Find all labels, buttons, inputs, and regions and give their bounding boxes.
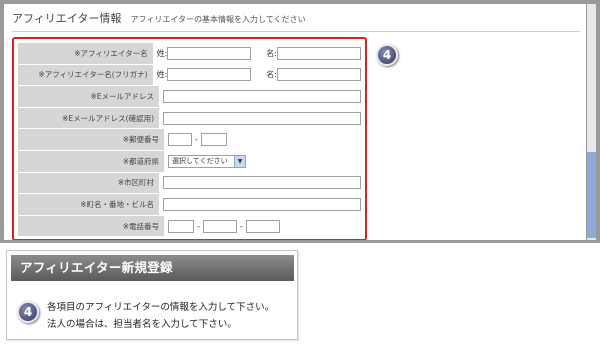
row-label: ※都道府県 <box>18 150 164 172</box>
registration-form-table: ※アフィリエイター名 姓: 名: ※アフィリエイター名(フリガナ) 姓: 名: <box>18 43 361 238</box>
row-label: ※電話番号 <box>18 215 164 237</box>
number-badge-icon: 4 <box>17 301 39 323</box>
phone-separator: - <box>239 221 243 231</box>
phone-second-input[interactable] <box>202 219 237 233</box>
row-field: - - <box>164 216 361 237</box>
last-name-input[interactable] <box>167 46 252 60</box>
row-field <box>159 194 361 215</box>
phone-separator: - <box>197 221 200 231</box>
email-confirm-input[interactable] <box>163 111 361 125</box>
form-page: アフィリエイター情報 アフィリエイターの基本情報を入力してください ※アフィリエ… <box>4 4 586 240</box>
email-input[interactable] <box>163 89 361 103</box>
row-label: ※アフィリエイター名 <box>18 43 153 64</box>
row-label: ※アフィリエイター名(フリガナ) <box>18 64 153 86</box>
row-label: ※郵便番号 <box>18 129 164 150</box>
mei-prefix: 名: <box>266 70 277 80</box>
caption-line: 法人の場合は、担当者名を入力して下さい。 <box>47 319 237 330</box>
row-field <box>159 86 361 107</box>
caption-header: アフィリエイター新規登録 <box>11 255 294 281</box>
phone-third-input[interactable] <box>245 219 280 233</box>
mei-prefix: 名: <box>266 48 277 58</box>
phone-first-input[interactable] <box>168 219 194 233</box>
row-field: 姓: 名: <box>153 65 361 86</box>
section-title: アフィリエイター情報 <box>12 12 122 25</box>
scrollbar-thumb[interactable] <box>587 152 596 238</box>
section-title-bar: アフィリエイター情報 アフィリエイターの基本情報を入力してください <box>12 8 580 32</box>
row-label: ※Eメールアドレス <box>18 86 159 107</box>
row-field: 姓: 名: <box>153 43 361 64</box>
vertical-scrollbar[interactable] <box>587 4 596 240</box>
postal-code-second-input[interactable] <box>200 133 227 147</box>
form-row-postal: ※郵便番号 - <box>18 129 361 151</box>
screenshot-frame: アフィリエイター情報 アフィリエイターの基本情報を入力してください ※アフィリエ… <box>0 0 600 243</box>
last-name-kana-input[interactable] <box>167 68 252 82</box>
form-row-city: ※市区町村 <box>18 172 361 195</box>
row-field <box>159 173 361 194</box>
form-row-email: ※Eメールアドレス <box>18 86 361 108</box>
first-name-kana-input[interactable] <box>277 68 361 82</box>
form-row-name: ※アフィリエイター名 姓: 名: <box>18 43 361 65</box>
row-label: ※市区町村 <box>18 172 159 194</box>
prefecture-select[interactable]: 選択してください ▼ <box>168 154 246 168</box>
form-row-address: ※町名・番地・ビル名 <box>18 194 361 216</box>
form-row-email-confirm: ※Eメールアドレス(確認用) <box>18 107 361 130</box>
highlighted-form: ※アフィリエイター名 姓: 名: ※アフィリエイター名(フリガナ) 姓: 名: <box>12 37 367 240</box>
sei-prefix: 姓: <box>156 48 168 58</box>
chevron-down-icon[interactable]: ▼ <box>234 155 245 167</box>
form-row-prefecture: ※都道府県 選択してください ▼ <box>18 150 361 173</box>
row-label: ※町名・番地・ビル名 <box>18 194 159 215</box>
first-name-input[interactable] <box>277 46 361 60</box>
address-input[interactable] <box>163 197 361 211</box>
row-label: ※Eメールアドレス(確認用) <box>18 107 159 129</box>
postal-separator: - <box>195 135 198 145</box>
postal-code-first-input[interactable] <box>168 133 192 147</box>
caption-panel: アフィリエイター新規登録 4 各項目のアフィリエイターの情報を入力して下さい。 … <box>6 250 298 340</box>
city-input[interactable] <box>163 176 361 190</box>
form-row-phone: ※電話番号 - - <box>18 215 361 238</box>
section-subtitle: アフィリエイターの基本情報を入力してください <box>130 15 306 24</box>
form-row-name-kana: ※アフィリエイター名(フリガナ) 姓: 名: <box>18 64 361 87</box>
caption-line: 各項目のアフィリエイターの情報を入力して下さい。 <box>47 302 275 313</box>
row-field: 選択してください ▼ <box>164 151 361 172</box>
prefecture-select-value: 選択してください <box>172 157 228 166</box>
number-badge-icon: 4 <box>376 44 398 66</box>
row-field <box>159 108 361 129</box>
sei-prefix: 姓: <box>156 70 168 80</box>
caption-text: 各項目のアフィリエイターの情報を入力して下さい。 法人の場合は、担当者名を入力し… <box>47 299 274 333</box>
row-field: - <box>164 129 361 150</box>
